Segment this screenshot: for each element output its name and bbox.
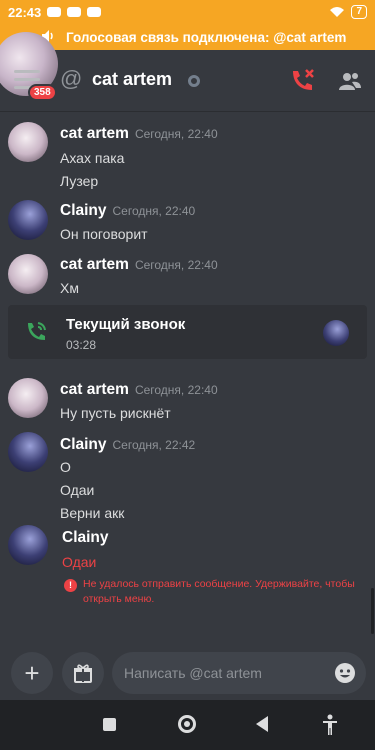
call-participant-avatar[interactable] (323, 320, 349, 346)
message-timestamp: Сегодня, 22:42 (112, 438, 196, 452)
unread-badge: 358 (28, 84, 57, 101)
message-text[interactable]: Одаи (60, 482, 94, 498)
author-name[interactable]: cat artem (60, 381, 129, 398)
hangup-call-icon[interactable] (288, 67, 316, 95)
message-text[interactable]: Верни акк (60, 505, 124, 521)
avatar[interactable] (8, 122, 48, 162)
avatar[interactable] (8, 378, 48, 418)
call-card[interactable]: Текущий звонок 03:28 (8, 305, 367, 359)
members-icon[interactable] (338, 69, 362, 93)
avatar[interactable] (8, 200, 48, 240)
discord-icon (47, 7, 62, 17)
avatar[interactable] (8, 432, 48, 472)
message-timestamp: Сегодня, 22:40 (112, 204, 196, 218)
message-list[interactable]: cat artem Сегодня, 22:40 Ахах пака Лузер … (0, 112, 375, 650)
gift-icon (74, 664, 92, 683)
discord-icon-2 (67, 7, 82, 17)
at-icon: @ (60, 66, 83, 91)
avatar[interactable] (8, 254, 48, 294)
author-name[interactable]: cat artem (60, 125, 129, 142)
message-text[interactable]: Хм (60, 280, 79, 296)
message-timestamp: Сегодня, 22:40 (134, 127, 218, 141)
error-text: Не удалось отправить сообщение. Удержива… (83, 578, 355, 605)
discord-icon-3 (87, 7, 102, 17)
message-text[interactable]: Он поговорит (60, 226, 148, 242)
message-author[interactable]: cat artem Сегодня, 22:40 (60, 381, 218, 399)
message-author[interactable]: Clainy (62, 529, 109, 547)
phone-call-icon (28, 322, 46, 340)
message-text[interactable]: Ахах пака (60, 150, 124, 166)
status-bar: 22:43 7 (0, 0, 375, 24)
voice-connection-banner[interactable]: Голосовая связь подключена: @cat artem (0, 24, 375, 50)
message-timestamp: Сегодня, 22:40 (134, 383, 218, 397)
author-name[interactable]: Clainy (60, 436, 107, 453)
back-button[interactable] (256, 716, 268, 732)
plus-icon: + (24, 657, 40, 688)
message-input[interactable]: Написать @cat artem (112, 652, 366, 694)
offline-status-icon (188, 75, 200, 87)
message-text[interactable]: Ну пусть рискнёт (60, 405, 171, 421)
message-input-bar: + Написать @cat artem (0, 650, 375, 700)
send-error[interactable]: ! Не удалось отправить сообщение. Удержи… (64, 577, 363, 607)
message-author[interactable]: cat artem Сегодня, 22:40 (60, 256, 218, 274)
error-icon: ! (64, 579, 77, 592)
message-author[interactable]: Clainy Сегодня, 22:42 (60, 436, 195, 454)
scrollbar[interactable] (371, 588, 374, 634)
message-author[interactable]: cat artem Сегодня, 22:40 (60, 125, 218, 143)
home-button[interactable] (178, 715, 196, 733)
wifi-icon (330, 7, 345, 17)
gift-button[interactable] (62, 652, 104, 694)
call-title: Текущий звонок (66, 316, 186, 333)
message-input-placeholder: Написать @cat artem (124, 665, 262, 681)
author-name[interactable]: Clainy (60, 202, 107, 219)
battery-indicator: 7 (351, 5, 367, 19)
avatar[interactable] (8, 525, 48, 565)
message-text[interactable]: О (60, 459, 71, 475)
voice-banner-text: Голосовая связь подключена: @cat artem (66, 29, 347, 45)
author-name[interactable]: cat artem (60, 256, 129, 273)
message-timestamp: Сегодня, 22:40 (134, 258, 218, 272)
clock: 22:43 (8, 4, 42, 20)
page-title: cat artem (92, 69, 173, 89)
failed-message-text[interactable]: Одаи (62, 554, 96, 570)
emoji-icon[interactable] (334, 662, 356, 684)
message-author[interactable]: Clainy Сегодня, 22:40 (60, 202, 195, 220)
system-nav-bar (0, 700, 375, 750)
recent-apps-button[interactable] (103, 718, 116, 731)
add-attachment-button[interactable]: + (11, 652, 53, 694)
accessibility-icon[interactable] (322, 714, 338, 736)
call-duration: 03:28 (66, 338, 97, 352)
message-text[interactable]: Лузер (60, 173, 98, 189)
